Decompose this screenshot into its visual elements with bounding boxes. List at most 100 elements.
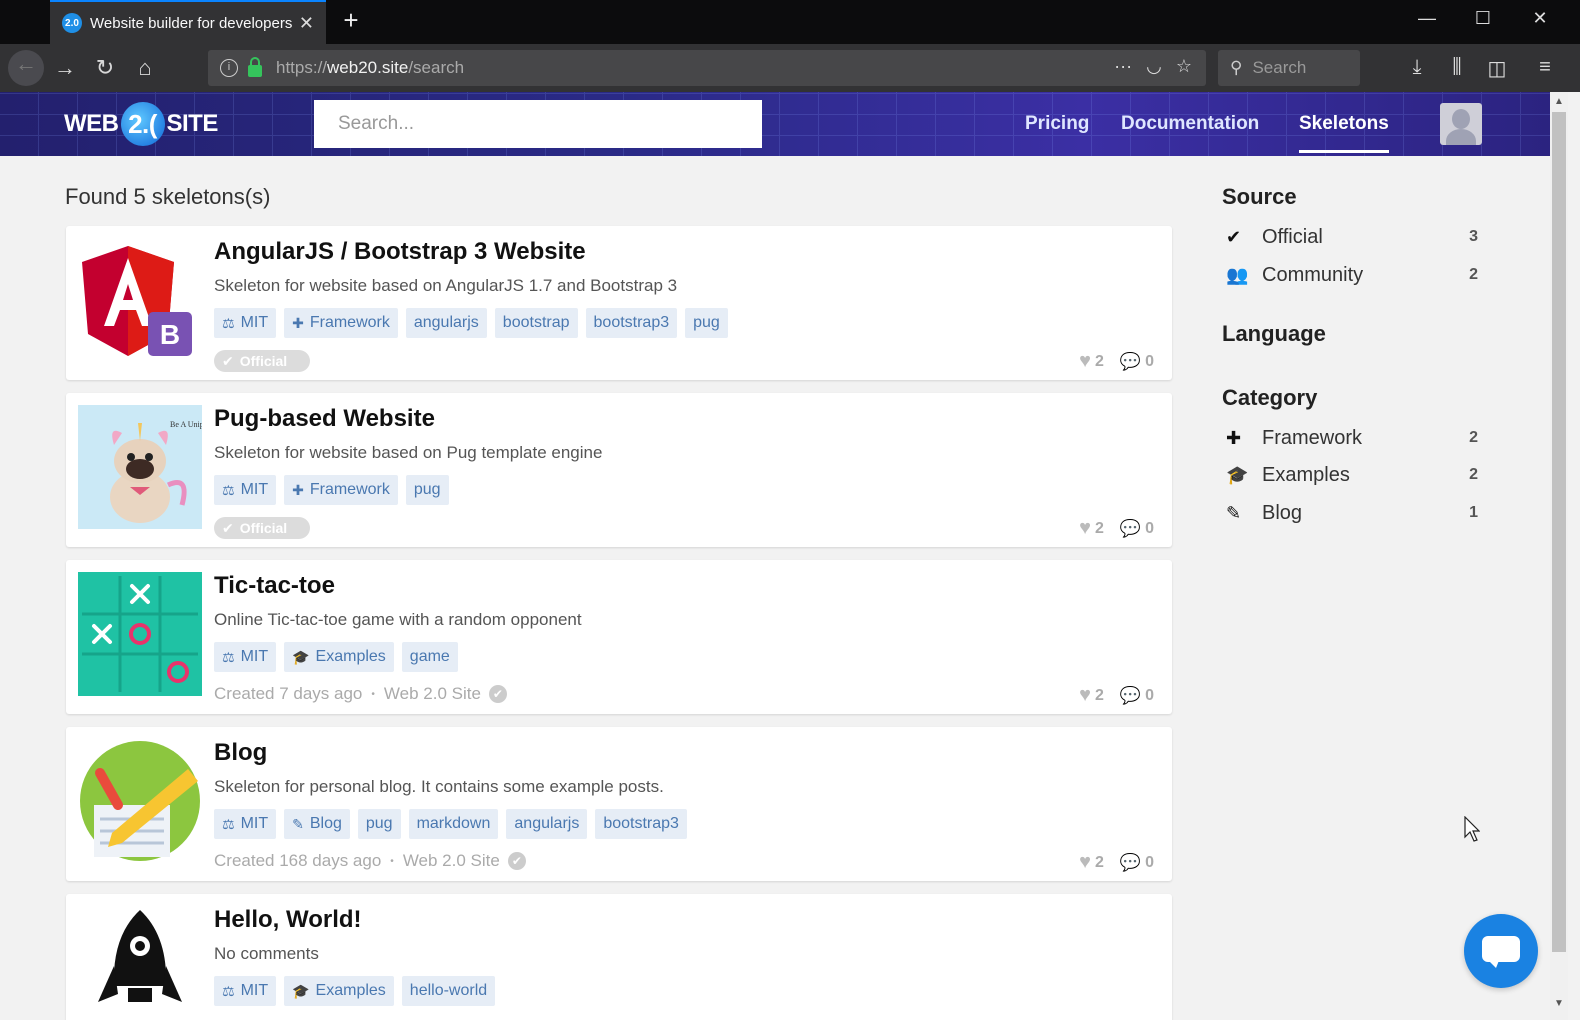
tag[interactable]: bootstrap	[494, 308, 578, 338]
card-stats: ♥ 2 💬 0	[1079, 517, 1154, 540]
facet-label: Framework	[1262, 426, 1363, 449]
likes[interactable]: ♥ 2	[1079, 684, 1104, 707]
tag[interactable]: bootstrap3	[595, 809, 687, 839]
category-heading: Category	[1222, 385, 1318, 410]
tag-category[interactable]: 🎓 Examples	[284, 976, 394, 1006]
tag-license[interactable]: ⚖ MIT	[214, 475, 277, 505]
check-icon: ✔	[1226, 226, 1242, 247]
chat-widget-button[interactable]	[1464, 914, 1538, 988]
tag[interactable]: game	[401, 642, 458, 672]
sidebar-toggle-icon[interactable]: ◫	[1484, 56, 1510, 81]
verified-icon: ✔	[507, 852, 526, 870]
author[interactable]: Web 2.0 Site	[403, 851, 500, 871]
tag[interactable]: pug	[357, 809, 401, 839]
home-button[interactable]: ⌂	[130, 54, 160, 84]
tab-close-icon[interactable]: ✕	[299, 13, 314, 34]
card-title[interactable]: AngularJS / Bootstrap 3 Website	[214, 238, 586, 266]
scroll-thumb[interactable]	[1552, 112, 1566, 952]
back-button[interactable]: ←	[8, 50, 44, 86]
hamburger-menu-icon[interactable]: ≡	[1532, 56, 1558, 79]
site-header: WEB 2.( SITE Pricing Documentation Skele…	[0, 92, 1550, 156]
tag[interactable]: markdown	[408, 809, 499, 839]
facet-category-framework[interactable]: ✚ Framework 2	[1226, 423, 1478, 453]
tag[interactable]: hello-world	[401, 976, 496, 1006]
card-title[interactable]: Tic-tac-toe	[214, 572, 335, 600]
tag[interactable]: pug	[685, 308, 728, 338]
scroll-down-icon[interactable]: ▼	[1550, 998, 1568, 1009]
language-heading: Language	[1222, 321, 1326, 346]
browser-tab[interactable]: 2.0 Website builder for developers ✕	[50, 0, 326, 44]
comments[interactable]: 💬 0	[1120, 851, 1154, 874]
card-stats: ♥ 2 💬 0	[1079, 851, 1154, 874]
likes[interactable]: ♥ 2	[1079, 851, 1104, 874]
facet-label: Examples	[1262, 463, 1350, 486]
skeleton-card[interactable]: Tic-tac-toe Online Tic-tac-toe game with…	[66, 560, 1172, 714]
comments[interactable]: 💬 0	[1120, 684, 1154, 707]
url-host: web20.site	[327, 58, 409, 77]
facet-source-official[interactable]: ✔ Official 3	[1226, 222, 1478, 252]
tag-license[interactable]: ⚖ MIT	[214, 642, 277, 672]
author[interactable]: Web 2.0 Site	[384, 684, 481, 704]
comments[interactable]: 💬 0	[1120, 350, 1154, 373]
official-badge: ✔ Official	[214, 350, 310, 372]
nav-skeletons[interactable]: Skeletons	[1299, 113, 1389, 153]
browser-search-input[interactable]: ⚲ Search	[1218, 50, 1360, 86]
skeleton-card[interactable]: Be A Unipug Pug-based Website Skeleton f…	[66, 393, 1172, 547]
tag-label: Framework	[309, 314, 390, 331]
graduation-cap-icon: 🎓	[292, 982, 310, 999]
tag-list: ⚖ MIT ✎ Blog pug markdown angularjs bootst…	[214, 809, 687, 839]
tag-category[interactable]: ✚ Framework	[284, 475, 398, 505]
tag[interactable]: angularjs	[405, 308, 487, 338]
facet-category-blog[interactable]: ✎ Blog 1	[1226, 498, 1478, 528]
new-tab-button[interactable]: +	[336, 6, 366, 36]
tag-label: MIT	[240, 982, 269, 999]
likes[interactable]: ♥ 2	[1079, 517, 1104, 540]
tag-label: MIT	[240, 481, 269, 498]
more-actions-icon[interactable]: ···	[1114, 56, 1132, 77]
tag-category[interactable]: 🎓 Examples	[284, 642, 394, 672]
nav-pricing[interactable]: Pricing	[1025, 113, 1089, 135]
comments-icon: 💬	[1119, 852, 1142, 872]
minimize-icon[interactable]: —	[1412, 8, 1442, 29]
facet-source-community[interactable]: 👥 Community 2	[1226, 260, 1478, 290]
tag[interactable]: pug	[405, 475, 449, 505]
tag-category[interactable]: ✚ Framework	[284, 308, 398, 338]
page-scrollbar[interactable]: ▲ ▼	[1550, 92, 1568, 1020]
skeleton-card[interactable]: Hello, World! No comments ⚖ MIT 🎓 Examples…	[66, 894, 1172, 1020]
forward-button[interactable]: →	[50, 54, 80, 84]
tag-category[interactable]: ✎ Blog	[284, 809, 350, 839]
tag-license[interactable]: ⚖ MIT	[214, 976, 277, 1006]
nav-documentation[interactable]: Documentation	[1121, 113, 1259, 135]
likes-count: 2	[1095, 352, 1104, 370]
bookmark-star-icon[interactable]: ☆	[1176, 56, 1192, 77]
facet-category-examples[interactable]: 🎓 Examples 2	[1226, 460, 1478, 490]
card-description: Skeleton for website based on AngularJS …	[214, 276, 678, 295]
reload-button[interactable]: ↻	[90, 54, 120, 84]
url-bar[interactable]: i https://web20.site/search ··· ◡ ☆	[208, 50, 1206, 86]
info-icon[interactable]: i	[220, 59, 238, 77]
lock-icon[interactable]	[248, 57, 262, 77]
heart-icon: ♥	[1079, 350, 1092, 372]
skeleton-card[interactable]: Blog Skeleton for personal blog. It cont…	[66, 727, 1172, 881]
downloads-icon[interactable]: ⤓	[1404, 56, 1430, 79]
skeleton-card[interactable]: B AngularJS / Bootstrap 3 Website Skelet…	[66, 226, 1172, 380]
card-title[interactable]: Hello, World!	[214, 906, 362, 934]
tag-label: Examples	[315, 648, 386, 665]
card-title[interactable]: Blog	[214, 739, 267, 767]
tag-license[interactable]: ⚖ MIT	[214, 308, 277, 338]
maximize-icon[interactable]: ☐	[1468, 8, 1498, 29]
tag-license[interactable]: ⚖ MIT	[214, 809, 277, 839]
pocket-icon[interactable]: ◡	[1146, 56, 1162, 77]
window-close-icon[interactable]: ✕	[1525, 8, 1555, 29]
site-logo[interactable]: WEB 2.( SITE	[64, 100, 218, 148]
library-icon[interactable]: ⫼	[1444, 56, 1470, 79]
user-avatar[interactable]	[1440, 103, 1482, 145]
scroll-up-icon[interactable]: ▲	[1550, 96, 1568, 107]
comments[interactable]: 💬 0	[1120, 517, 1154, 540]
likes[interactable]: ♥ 2	[1079, 350, 1104, 373]
card-title[interactable]: Pug-based Website	[214, 405, 435, 433]
site-search-input[interactable]	[314, 100, 762, 148]
tag[interactable]: bootstrap3	[585, 308, 678, 338]
tag[interactable]: angularjs	[506, 809, 588, 839]
heart-icon: ♥	[1079, 851, 1092, 873]
